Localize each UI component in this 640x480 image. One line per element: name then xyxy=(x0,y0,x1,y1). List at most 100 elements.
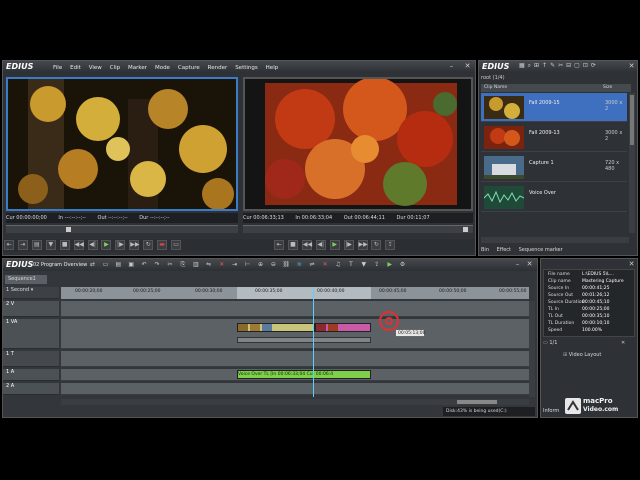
track-lane-1t[interactable] xyxy=(61,351,529,367)
bin-item[interactable]: Fall 2009-15 3000 x 2 xyxy=(481,93,627,122)
rec-rewind-icon[interactable]: ◀◀ xyxy=(301,240,312,250)
rec-stop-icon[interactable]: ■ xyxy=(287,240,298,250)
play-icon[interactable]: ▶ xyxy=(101,240,112,250)
rec-step-back-icon[interactable]: ◀| xyxy=(315,240,326,250)
copy-icon[interactable]: ⎘ xyxy=(178,260,187,269)
settings-icon[interactable]: ⚙ xyxy=(398,260,407,269)
recorder-scrub-handle[interactable] xyxy=(463,227,468,232)
track-lane-1va[interactable] xyxy=(61,319,529,349)
bin-close-icon[interactable]: ✕ xyxy=(627,62,636,71)
split-icon[interactable]: ≋ xyxy=(295,260,304,269)
menu-file[interactable]: File xyxy=(53,65,62,71)
track-lane-2a[interactable] xyxy=(61,383,529,395)
zoom-out-icon[interactable]: ⊖ xyxy=(269,260,278,269)
print-to-tape-icon[interactable]: ▶ xyxy=(385,260,394,269)
minimize-icon[interactable]: – xyxy=(447,62,456,71)
recorder-monitor[interactable] xyxy=(243,77,473,211)
voice-over-clip[interactable]: Voice Over TL [In 00:06:33;04 Cut 00:06:… xyxy=(237,370,371,379)
track-lane-2v[interactable] xyxy=(61,301,529,317)
redo-icon[interactable]: ↷ xyxy=(153,260,162,269)
timeline-vscrollbar[interactable] xyxy=(529,301,535,397)
track-header-2a[interactable]: 2 A xyxy=(3,383,59,395)
time-ruler[interactable]: 00:00:20;00 00:00:25;00 00:00:30;00 00:0… xyxy=(61,287,529,299)
cut-icon[interactable]: ✂ xyxy=(166,260,175,269)
menu-render[interactable]: Render xyxy=(208,65,228,71)
bin-item[interactable]: Capture 1 720 x 480 xyxy=(481,153,627,182)
render-icon[interactable]: ✕ xyxy=(321,260,330,269)
bin-item[interactable]: Voice Over xyxy=(481,183,627,212)
audio-clip[interactable] xyxy=(237,337,371,343)
menu-edit[interactable]: Edit xyxy=(70,65,81,71)
tab-effect[interactable]: Effect xyxy=(497,247,511,253)
menu-clip[interactable]: Clip xyxy=(110,65,120,71)
sync-lock-icon[interactable]: ⛓ xyxy=(282,260,291,269)
save-icon[interactable]: ▣ xyxy=(127,260,136,269)
rec-loop-icon[interactable]: ↻ xyxy=(371,240,382,250)
mode-icon[interactable]: ⇄ xyxy=(88,260,97,269)
timeline-close-icon[interactable]: ✕ xyxy=(525,260,534,269)
rec-export-icon[interactable]: ⇪ xyxy=(385,240,396,250)
fast-forward-icon[interactable]: ▶▶ xyxy=(129,240,140,250)
undo-icon[interactable]: ↶ xyxy=(140,260,149,269)
paste-icon[interactable]: ▥ xyxy=(191,260,200,269)
tab-information[interactable]: Inform xyxy=(543,407,565,416)
new-sequence-icon[interactable]: ▭ xyxy=(101,260,110,269)
snap-icon[interactable]: ⊢ xyxy=(243,260,252,269)
menu-view[interactable]: View xyxy=(89,65,102,71)
set-in-icon[interactable]: ⇤ xyxy=(4,240,14,250)
menu-capture[interactable]: Capture xyxy=(178,65,200,71)
rec-fast-forward-icon[interactable]: ▶▶ xyxy=(357,240,368,250)
overwrite-icon[interactable]: ▭ xyxy=(171,240,182,250)
menu-mode[interactable]: Mode xyxy=(155,65,170,71)
track-header-2v[interactable]: 2 V xyxy=(3,301,59,317)
bin-scrollbar[interactable] xyxy=(629,93,635,233)
sequence-tab[interactable]: Sequence1 xyxy=(5,275,47,284)
rewind-icon[interactable]: ◀◀ xyxy=(73,240,84,250)
stop-icon[interactable]: ■ xyxy=(59,240,70,250)
menu-settings[interactable]: Settings xyxy=(235,65,258,71)
recorder-scrub-bar[interactable] xyxy=(243,225,473,233)
timeline-hscroll-thumb[interactable] xyxy=(457,400,497,404)
track-header-1va[interactable]: 1 VA xyxy=(3,319,59,349)
marker-icon[interactable]: ▼ xyxy=(45,240,56,250)
clear-icon[interactable]: ▤ xyxy=(31,240,42,250)
info-close-icon[interactable]: ✕ xyxy=(627,260,636,269)
bin-hscrollbar[interactable] xyxy=(481,237,629,243)
video-clip[interactable] xyxy=(237,323,315,332)
track-lane-1a[interactable]: Voice Over TL [In 00:06:33;04 Cut 00:06:… xyxy=(61,369,529,381)
col-clip-name[interactable]: Clip Name xyxy=(484,85,507,90)
replace-icon[interactable]: ⇋ xyxy=(204,260,213,269)
audio-mixer-icon[interactable]: ♫ xyxy=(334,260,343,269)
open-icon[interactable]: ▤ xyxy=(114,260,123,269)
step-back-icon[interactable]: ◀| xyxy=(87,240,98,250)
playhead[interactable] xyxy=(313,287,314,397)
bin-folder[interactable]: root (1/4) xyxy=(481,75,631,83)
insert-icon[interactable]: ▬ xyxy=(157,240,168,250)
video-clip[interactable] xyxy=(315,323,371,332)
player-scrub-bar[interactable] xyxy=(6,225,238,233)
timeline-hscrollbar[interactable] xyxy=(61,399,529,405)
marker-add-icon[interactable]: ▼ xyxy=(359,260,368,269)
rec-step-forward-icon[interactable]: |▶ xyxy=(343,240,354,250)
bin-item[interactable]: Fall 2009-13 3000 x 2 xyxy=(481,123,627,152)
export-icon[interactable]: ⇪ xyxy=(372,260,381,269)
player-monitor[interactable] xyxy=(6,77,238,211)
rec-set-in-icon[interactable]: ⇤ xyxy=(273,240,284,250)
bin-toolbar-icons[interactable]: ▦⌕⊞↑✎✂⊟▢⊡⟳ xyxy=(519,62,599,70)
zoom-in-icon[interactable]: ⊕ xyxy=(256,260,265,269)
loop-icon[interactable]: ↻ xyxy=(143,240,154,250)
tab-sequence-marker[interactable]: Sequence marker xyxy=(519,247,563,253)
info-close-list-icon[interactable]: ✕ xyxy=(621,339,625,348)
rec-play-icon[interactable]: ▶ xyxy=(329,240,340,250)
ripple-icon[interactable]: ⇥ xyxy=(230,260,239,269)
track-header-1a[interactable]: 1 A xyxy=(3,369,59,381)
sequence-name[interactable]: 02 Program Overview xyxy=(33,262,87,268)
close-icon[interactable]: ✕ xyxy=(463,62,472,71)
player-scrub-handle[interactable] xyxy=(66,227,71,232)
track-header-1t[interactable]: 1 T xyxy=(3,351,59,367)
add-transition-icon[interactable]: ⇌ xyxy=(308,260,317,269)
delete-icon[interactable]: ✕ xyxy=(217,260,226,269)
timeline-minimize-icon[interactable]: – xyxy=(513,260,522,269)
tab-bin[interactable]: Bin xyxy=(481,247,489,253)
title-icon[interactable]: T xyxy=(346,260,355,269)
